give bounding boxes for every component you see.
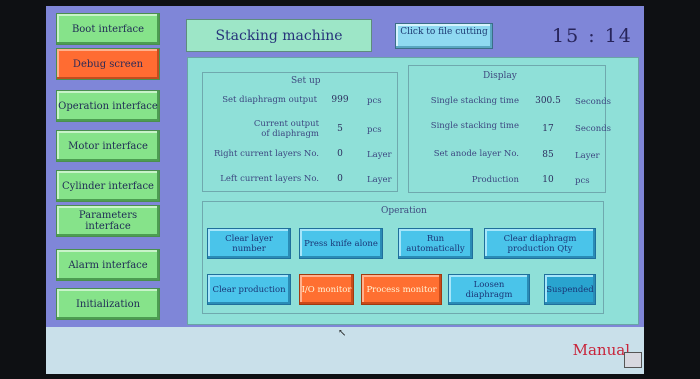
suspended-label: Suspended bbox=[546, 284, 594, 295]
display-group: Display Single stacking time 300.5 Secon… bbox=[408, 65, 611, 193]
display-unit: pcs bbox=[575, 176, 590, 186]
nav-motor-interface[interactable]: Motor interface bbox=[56, 130, 160, 162]
mode-indicator: Manual bbox=[572, 341, 630, 359]
clock-hour: 15 bbox=[552, 25, 581, 47]
nav-boot-label: Boot interface bbox=[71, 23, 145, 35]
display-value: 10 bbox=[542, 175, 554, 185]
display-unit: Seconds bbox=[575, 97, 612, 107]
setup-title: Set up bbox=[291, 76, 321, 86]
clock-separator: : bbox=[588, 25, 597, 47]
main-panel: Set up Set diaphragm output 999 pcs Curr… bbox=[187, 57, 639, 325]
nav-parameters-interface[interactable]: Parameters interface bbox=[56, 205, 160, 237]
setup-value: 0 bbox=[337, 149, 343, 159]
process-monitor-button[interactable]: Process monitor bbox=[361, 274, 442, 305]
process-monitor-label: Process monitor bbox=[366, 284, 437, 295]
setup-label: Right current layers No. bbox=[214, 149, 319, 159]
clock-minute: 14 bbox=[604, 25, 633, 47]
clear-diaphragm-production-button[interactable]: Clear diaphragm production Qty bbox=[484, 228, 596, 259]
page-title-text: Stacking machine bbox=[215, 27, 343, 44]
setup-unit: Layer bbox=[367, 175, 392, 185]
nav-operation-label: Operation interface bbox=[58, 100, 158, 112]
nav-initialization[interactable]: Initialization bbox=[56, 288, 160, 320]
setup-value: 0 bbox=[337, 174, 343, 184]
clear-production-label: Clear production bbox=[212, 284, 286, 295]
nav-alarm-interface[interactable]: Alarm interface bbox=[56, 249, 160, 281]
nav-motor-label: Motor interface bbox=[68, 140, 148, 152]
setup-label: Set diaphragm output bbox=[222, 95, 317, 105]
nav-cylinder-interface[interactable]: Cylinder interface bbox=[56, 170, 160, 202]
nav-initialization-label: Initialization bbox=[75, 298, 141, 310]
nav-boot-interface[interactable]: Boot interface bbox=[56, 13, 160, 45]
display-label: Single stacking time bbox=[430, 121, 519, 131]
clear-layer-number-button[interactable]: Clear layer number bbox=[207, 228, 291, 259]
setup-value[interactable]: 999 bbox=[327, 95, 353, 105]
nav-alarm-label: Alarm interface bbox=[68, 259, 148, 271]
display-unit: Layer bbox=[575, 151, 600, 161]
clock: 15 : 14 bbox=[552, 25, 633, 47]
display-label: Production bbox=[471, 175, 519, 185]
io-monitor-label: I/O monitor bbox=[301, 284, 352, 295]
loosen-diaphragm-label: Loosen diaphragm bbox=[465, 279, 513, 300]
mouse-pointer-icon: ↖ bbox=[338, 328, 347, 339]
display-value[interactable]: 85 bbox=[533, 150, 563, 160]
setup-value: 5 bbox=[337, 124, 343, 134]
setup-unit: pcs bbox=[367, 125, 382, 135]
file-cutting-button[interactable]: Click to file cutting bbox=[395, 23, 493, 49]
setup-group: Set up Set diaphragm output 999 pcs Curr… bbox=[202, 72, 398, 192]
display-value: 300.5 bbox=[535, 96, 561, 106]
display-title: Display bbox=[483, 71, 517, 81]
setup-unit: pcs bbox=[367, 96, 382, 106]
run-automatically-button[interactable]: Run automatically bbox=[398, 228, 473, 259]
clear-diaphragm-production-label: Clear diaphragm production Qty bbox=[503, 233, 577, 254]
nav-cylinder-label: Cylinder interface bbox=[62, 180, 154, 192]
display-label: Set anode layer No. bbox=[433, 149, 519, 159]
operation-title: Operation bbox=[381, 206, 427, 216]
corner-button[interactable] bbox=[624, 352, 642, 368]
display-value: 17 bbox=[542, 124, 554, 134]
loosen-diaphragm-button[interactable]: Loosen diaphragm bbox=[448, 274, 530, 305]
clear-layer-number-label: Clear layer number bbox=[225, 233, 273, 254]
nav-parameters-label: Parameters interface bbox=[78, 210, 138, 232]
press-knife-alone-button[interactable]: Press knife alone bbox=[299, 228, 383, 259]
setup-label: Left current layers No. bbox=[220, 174, 319, 184]
setup-unit: Layer bbox=[367, 150, 392, 160]
setup-label: Current output of diaphragm bbox=[253, 119, 319, 139]
file-cutting-label: Click to file cutting bbox=[400, 27, 488, 37]
page-title: Stacking machine bbox=[186, 19, 372, 52]
run-automatically-label: Run automatically bbox=[406, 233, 465, 254]
display-label: Single stacking time bbox=[430, 96, 519, 106]
nav-operation-interface[interactable]: Operation interface bbox=[56, 90, 160, 122]
suspended-button[interactable]: Suspended bbox=[544, 274, 596, 305]
io-monitor-button[interactable]: I/O monitor bbox=[299, 274, 354, 305]
clear-production-button[interactable]: Clear production bbox=[207, 274, 291, 305]
nav-debug-screen[interactable]: Debug screen bbox=[56, 48, 160, 80]
display-unit: Seconds bbox=[575, 124, 612, 134]
nav-debug-label: Debug screen bbox=[72, 58, 144, 70]
press-knife-alone-label: Press knife alone bbox=[304, 238, 378, 249]
